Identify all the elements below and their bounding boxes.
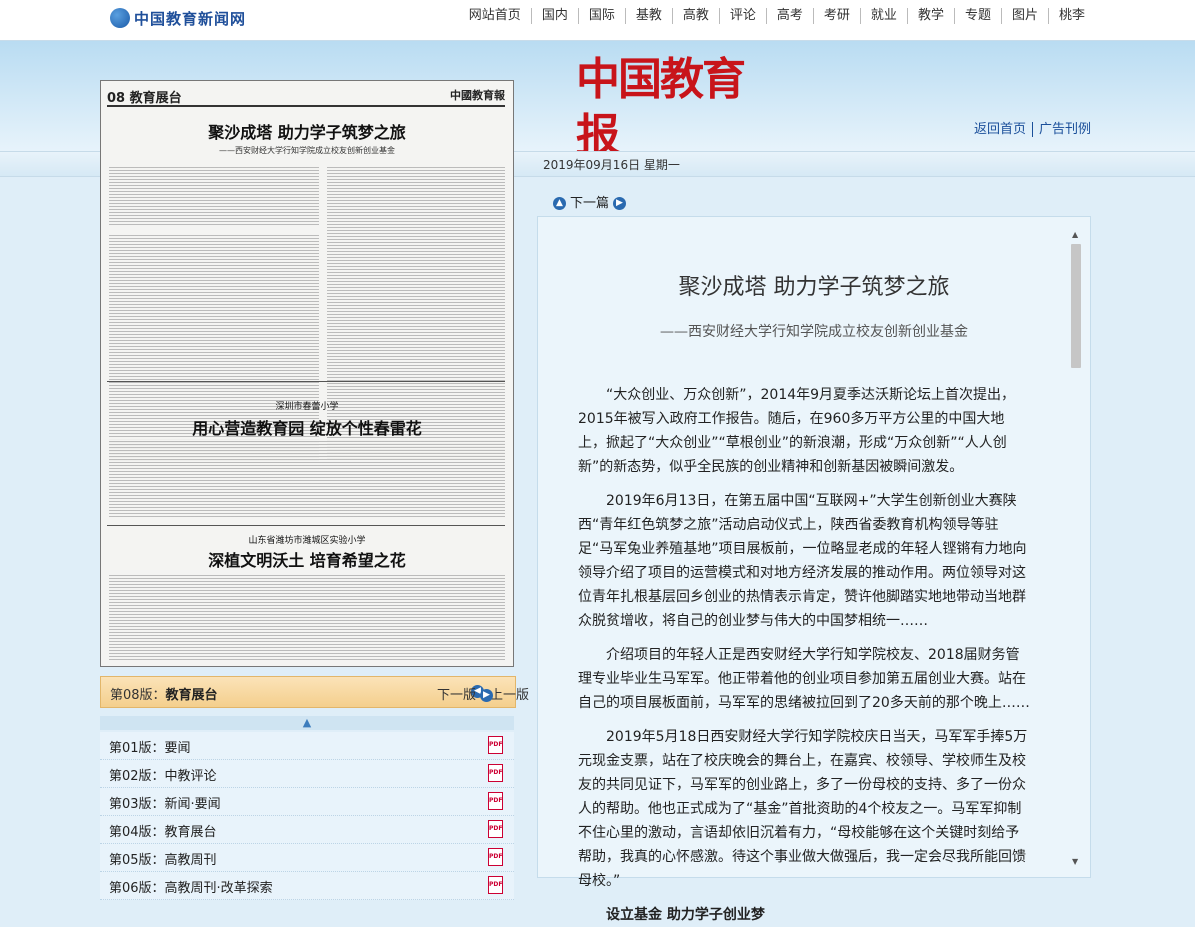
current-page-name: 教育展台 <box>165 688 218 703</box>
next-arrow-icon: ▶ <box>480 689 493 702</box>
article-title: 聚沙成塔 助力学子筑梦之旅 <box>678 275 950 300</box>
nav-item-higher-edu[interactable]: 高教 <box>671 8 719 24</box>
back-home-link[interactable]: 返回首页 <box>968 122 1032 137</box>
paper-subheadline-1: ——西安财经大学行知学院成立校友创新创业基金 <box>219 146 395 155</box>
text-block <box>109 439 505 519</box>
article-scrollbar[interactable]: ▲ ▼ <box>1069 228 1083 868</box>
nav-item-basic-edu[interactable]: 基教 <box>624 8 672 24</box>
page-list-item[interactable]: 第02版：中教评论 PDF <box>100 760 514 788</box>
nav-item-teaching[interactable]: 教学 <box>906 8 954 24</box>
next-page-button[interactable]: 下一版 ▶ <box>437 684 493 703</box>
masthead-links: 返回首页 广告刊例 <box>968 118 1098 137</box>
logo-text: 中国教育新闻网 <box>134 9 247 28</box>
page-nav-bar: 第08版：教育展台 ◀ 上一版 下一版 ▶ <box>100 676 529 708</box>
article-paragraph: 介绍项目的年轻人正是西安财经大学行知学院校友、2018届财务管理专业毕业生马军军… <box>578 647 1030 711</box>
nav-item-international[interactable]: 国际 <box>577 8 625 24</box>
page-list-item[interactable]: 第03版：新闻·要闻 PDF <box>100 788 514 816</box>
next-page-label: 下一版 <box>436 688 476 703</box>
nav-item-gaokao[interactable]: 高考 <box>765 8 813 24</box>
masthead-title: 中国教育报 <box>576 54 746 161</box>
current-page: 第08版：教育展台 <box>110 684 218 703</box>
divider <box>107 525 505 526</box>
pdf-icon[interactable]: PDF <box>488 736 503 754</box>
nav-item-home[interactable]: 网站首页 <box>459 8 531 24</box>
page-list-item[interactable]: 第04版：教育展台 PDF <box>100 816 514 844</box>
pdf-icon[interactable]: PDF <box>488 876 503 894</box>
top-nav: 网站首页 国内 国际 基教 高教 评论 高考 考研 就业 教学 专题 图片 桃李 <box>459 8 1095 24</box>
pdf-icon[interactable]: PDF <box>488 848 503 866</box>
page-list-item[interactable]: 第05版：高教周刊 PDF <box>100 844 514 872</box>
article-paragraph: 2019年5月18日西安财经大学行知学院校庆日当天，马军军手捧5万元现金支票，站… <box>578 729 1028 889</box>
text-block <box>109 165 319 225</box>
article-subtitle: ——西安财经大学行知学院成立校友创新创业基金 <box>660 324 968 340</box>
masthead-logo: 中国教育报 CHINA EDUCATION DAILY <box>576 52 776 179</box>
article-panel: 聚沙成塔 助力学子筑梦之旅 ——西安财经大学行知学院成立校友创新创业基金 “大众… <box>537 216 1091 923</box>
nav-item-commentary[interactable]: 评论 <box>718 8 766 24</box>
paper-page-label: 08 教育展台 <box>107 91 182 106</box>
pdf-icon[interactable]: PDF <box>488 764 503 782</box>
article-paragraph: 2019年6月13日，在第五届中国“互联网+”大学生创新创业大赛陕西“青年红色筑… <box>578 493 1027 629</box>
paper-school-2: 深圳市春蕾小学 <box>275 402 339 412</box>
page-list: 第01版：要闻 PDF 第02版：中教评论 PDF 第03版：新闻·要闻 PDF 第0… <box>100 732 514 900</box>
issue-date: 2019年09月16日 星期一 <box>543 158 680 172</box>
caret-up-icon: ▲ <box>302 716 312 729</box>
paper-name: 中國教育報 <box>450 89 505 102</box>
nav-item-taoli[interactable]: 桃李 <box>1047 8 1095 24</box>
nav-item-pictures[interactable]: 图片 <box>1000 8 1048 24</box>
ad-rates-link[interactable]: 广告刊例 <box>1032 122 1098 137</box>
nav-item-kaoyan[interactable]: 考研 <box>812 8 860 24</box>
next-article-label: 下一篇 <box>570 196 610 211</box>
top-bar: 中国教育新闻网 网站首页 国内 国际 基教 高教 评论 高考 考研 就业 教学 … <box>0 0 1195 41</box>
nav-item-topics[interactable]: 专题 <box>953 8 1001 24</box>
nav-item-employment[interactable]: 就业 <box>859 8 907 24</box>
logo-icon <box>110 8 130 28</box>
site-logo[interactable]: 中国教育新闻网 <box>110 6 246 30</box>
paper-headline-2[interactable]: 用心营造教育园 绽放个性春雷花 <box>101 415 513 439</box>
scroll-thumb[interactable] <box>1071 244 1081 368</box>
article-paragraph: “大众创业、万众创新”，2014年9月夏季达沃斯论坛上首次提出，2015年被写入… <box>578 387 1016 475</box>
paper-school-3: 山东省潍坊市潍城区实验小学 <box>248 536 366 546</box>
scroll-down-icon[interactable]: ▼ <box>1072 857 1078 866</box>
nav-item-domestic[interactable]: 国内 <box>530 8 578 24</box>
prev-page-label: 上一版 <box>490 688 530 703</box>
next-article-button[interactable]: ▲ 下一篇 ▶ <box>549 192 630 211</box>
divider <box>107 381 505 382</box>
up-arrow-icon: ▲ <box>553 197 566 210</box>
collapse-toggle[interactable]: ▲ <box>100 716 514 730</box>
pdf-icon[interactable]: PDF <box>488 792 503 810</box>
page-list-item[interactable]: 第06版：高教周刊·改革探索 PDF <box>100 872 514 900</box>
paper-headline-1[interactable]: 聚沙成塔 助力学子筑梦之旅 <box>101 119 513 143</box>
page-list-item[interactable]: 第01版：要闻 PDF <box>100 732 514 760</box>
paper-headline-3[interactable]: 深植文明沃土 培育希望之花 <box>101 547 513 571</box>
current-page-prefix: 第08版： <box>110 688 166 703</box>
pdf-icon[interactable]: PDF <box>488 820 503 838</box>
text-block <box>109 573 505 661</box>
right-arrow-icon: ▶ <box>613 197 627 210</box>
scroll-up-icon[interactable]: ▲ <box>1072 230 1078 239</box>
newspaper-page-preview[interactable]: 08 教育展台 中國教育報 聚沙成塔 助力学子筑梦之旅 ——西安财经大学行知学院… <box>100 80 514 667</box>
article-body: “大众创业、万众创新”，2014年9月夏季达沃斯论坛上首次提出，2015年被写入… <box>578 383 1030 927</box>
article-section-heading: 设立基金 助力学子创业梦 <box>606 907 765 923</box>
paper-header: 08 教育展台 中國教育報 <box>107 87 505 107</box>
